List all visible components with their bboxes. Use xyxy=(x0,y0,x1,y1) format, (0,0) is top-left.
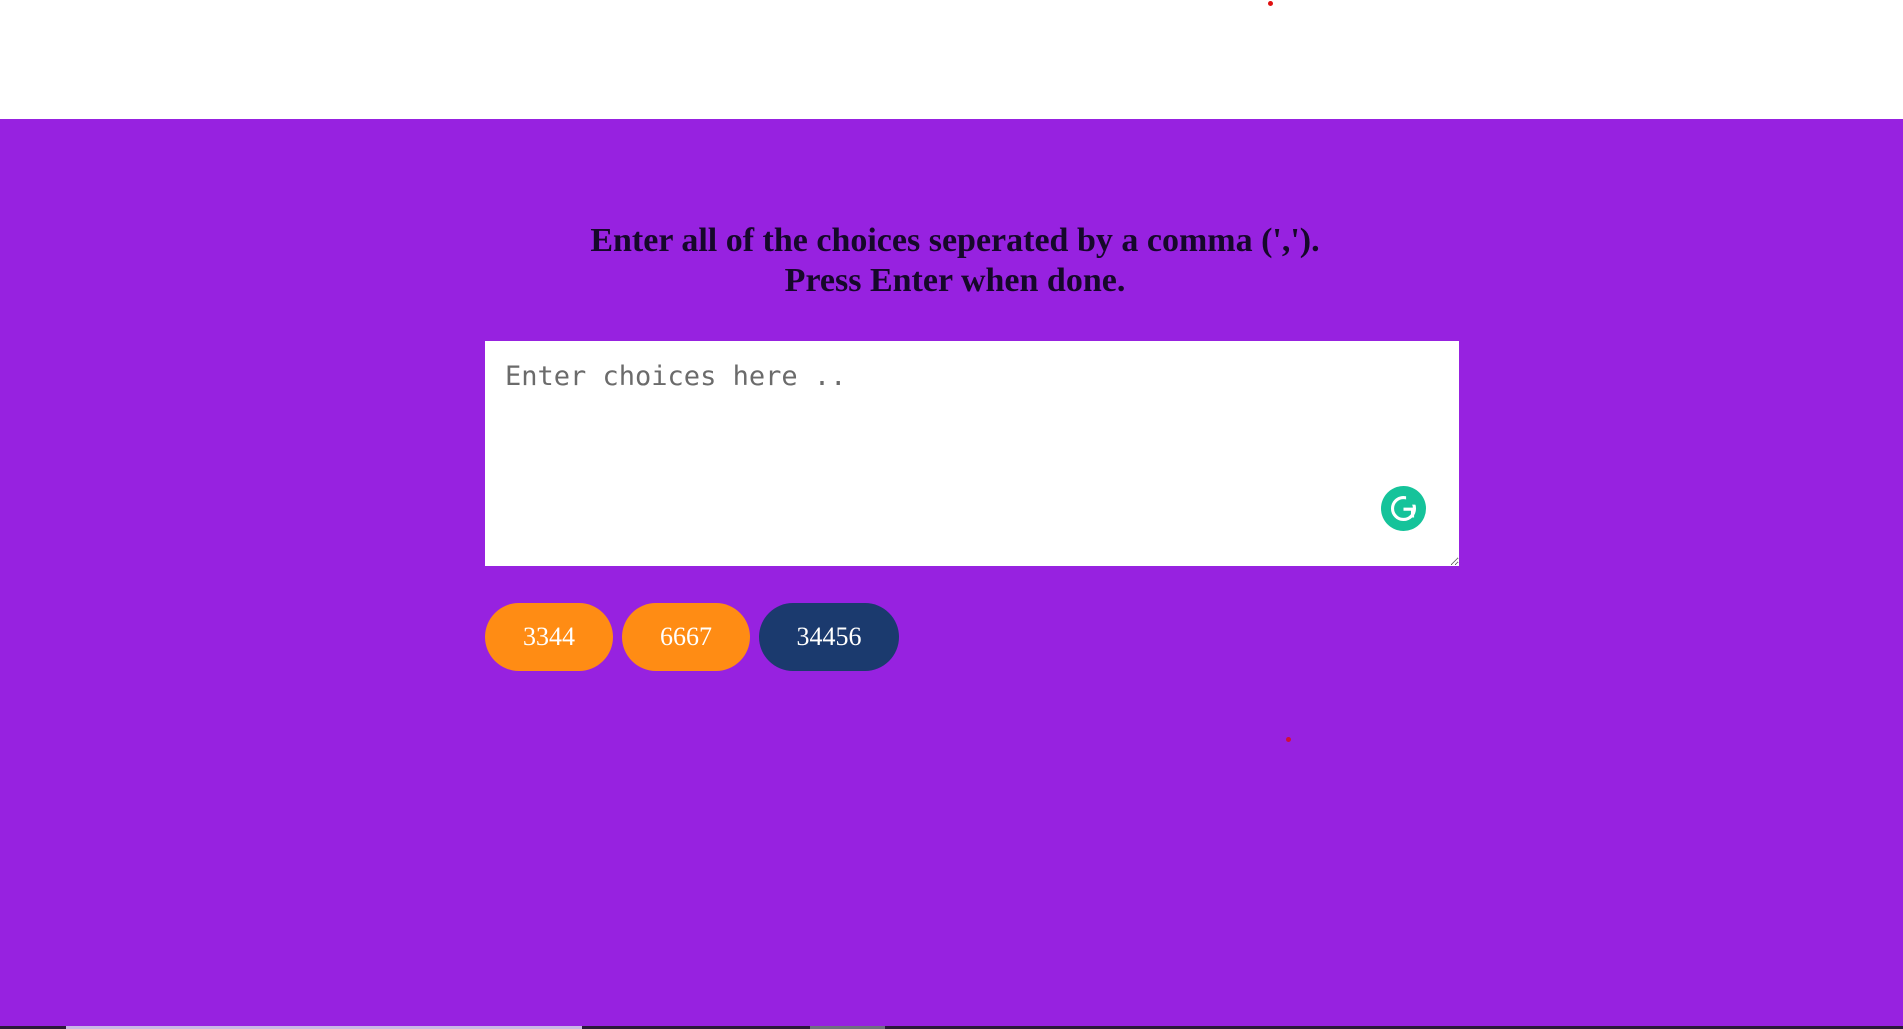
grammarly-g-glyph xyxy=(1390,494,1419,522)
marker-dot xyxy=(1268,1,1273,6)
marker-dot xyxy=(1286,737,1291,742)
top-blank-area xyxy=(0,0,1903,119)
choice-chip[interactable]: 3344 xyxy=(485,603,613,671)
choices-input[interactable] xyxy=(485,341,1459,566)
choice-chip[interactable]: 34456 xyxy=(759,603,899,671)
instructions-heading: Enter all of the choices seperated by a … xyxy=(0,221,1903,301)
instructions-line-2: Press Enter when done. xyxy=(784,262,1126,299)
choice-chip[interactable]: 6667 xyxy=(622,603,750,671)
instructions-line-1: Enter all of the choices seperated by a … xyxy=(590,222,1320,259)
choice-chips: 3344 6667 34456 xyxy=(485,603,899,671)
grammarly-icon[interactable] xyxy=(1381,486,1426,531)
